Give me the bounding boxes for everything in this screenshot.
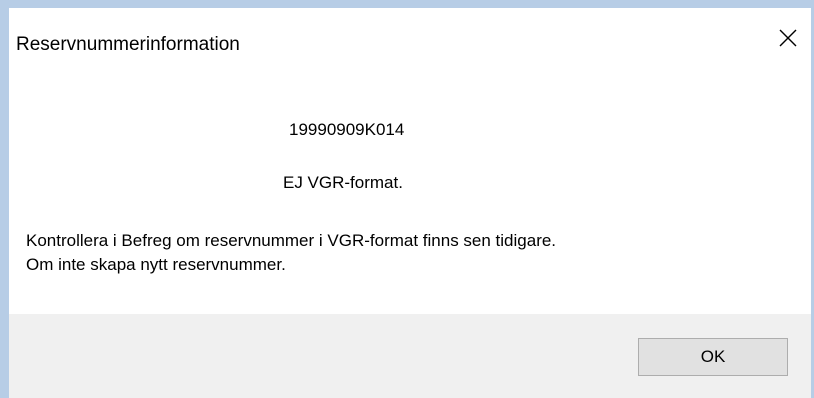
window-title: Reservnummerinformation [16,34,240,55]
title-bar[interactable]: Reservnummerinformation [9,8,811,74]
message-dialog: Reservnummerinformation 19990909K014 EJ … [0,0,814,398]
message-area: 19990909K014 EJ VGR-format. Kontrollera … [9,74,811,314]
ok-button[interactable]: OK [638,338,788,376]
reserve-number-text: 19990909K014 [289,120,405,139]
close-icon [778,28,798,53]
format-status-text: EJ VGR-format. [283,173,403,192]
button-bar: OK [9,314,811,398]
close-button[interactable] [765,22,811,58]
instruction-line-1: Kontrollera i Befreg om reservnummer i V… [26,231,557,250]
instruction-line-2: Om inte skapa nytt reservnummer. [26,255,286,274]
window-top-border [0,0,814,8]
window-left-border [0,0,9,398]
